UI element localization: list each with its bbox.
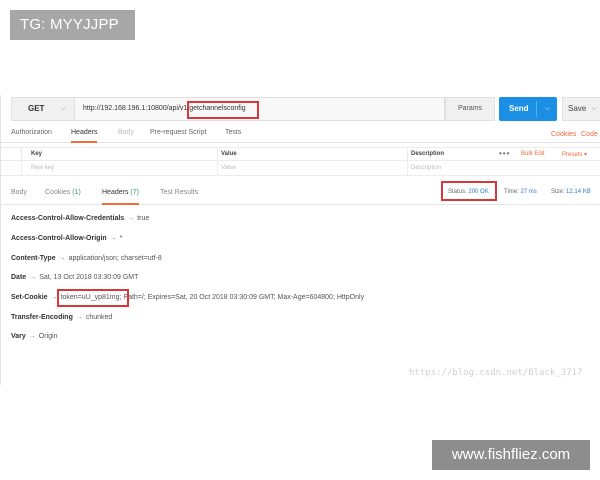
header-value: Sat, 13 Oct 2018 03:30:09 GMT <box>39 274 139 281</box>
url-highlight-box <box>187 101 259 119</box>
response-tab-body[interactable]: Body <box>11 189 27 205</box>
table-divider <box>407 147 408 176</box>
url-input[interactable]: http://192.168.196.1:10800/api/v1/getcha… <box>75 97 445 121</box>
time-value: 27 ms <box>520 189 537 195</box>
new-value-input[interactable]: Value <box>221 165 236 171</box>
send-label: Send <box>509 104 529 113</box>
postman-window: GET ⌵ http://192.168.196.1:10800/api/v1/… <box>0 95 600 385</box>
arrow-icon: → <box>75 314 83 321</box>
header-value: * <box>119 235 123 242</box>
presets-dropdown[interactable]: Presets ▾ <box>562 151 587 158</box>
status-highlight-box <box>441 181 497 201</box>
response-tab-cookies[interactable]: Cookies (1) <box>45 189 81 205</box>
response-tab-test-results[interactable]: Test Results <box>160 189 198 205</box>
save-label: Save <box>568 104 587 113</box>
chevron-down-icon: ⌵ <box>591 105 597 112</box>
header-key: Set-Cookie <box>11 294 48 301</box>
arrow-icon: → <box>28 333 36 340</box>
header-key: Date <box>11 274 27 281</box>
cookies-tab-label: Cookies <box>45 189 71 196</box>
table-divider <box>217 147 218 176</box>
arrow-icon: → <box>109 235 117 242</box>
kv-table-header: Key Value Description ••• Bulk Edit Pres… <box>1 147 600 161</box>
header-key: Access-Control-Allow-Origin <box>11 235 107 242</box>
tab-tests[interactable]: Tests <box>225 129 241 143</box>
token-highlight-box <box>57 289 129 307</box>
more-icon[interactable]: ••• <box>499 149 510 158</box>
code-link[interactable]: Code <box>581 131 598 138</box>
chevron-down-icon: ⌵ <box>60 105 66 112</box>
arrow-icon: → <box>29 274 37 281</box>
response-tab-headers[interactable]: Headers (7) <box>102 189 139 205</box>
tab-prerequest-script[interactable]: Pre-request Script <box>150 129 206 143</box>
header-row: Transfer-Encoding → chunked <box>11 314 112 321</box>
header-value: Origin <box>38 333 58 340</box>
arrow-icon: → <box>127 215 135 222</box>
header-row: Content-Type → application/json; charset=u… <box>11 255 162 262</box>
header-row: Access-Control-Allow-Origin → * <box>11 235 122 242</box>
table-divider <box>21 147 22 176</box>
request-bar: GET ⌵ http://192.168.196.1:10800/api/v1/… <box>11 97 600 121</box>
size-label: Size: <box>551 189 565 195</box>
response-tabs: Body Cookies (1) Headers (7) Test Result… <box>1 183 600 205</box>
header-row: Date → Sat, 13 Oct 2018 03:30:09 GMT <box>11 274 138 281</box>
watermark-bottom: www.fishfliez.com <box>432 440 590 470</box>
header-key: Transfer-Encoding <box>11 314 73 321</box>
save-button[interactable]: Save ⌵ <box>562 97 600 121</box>
header-value: application/json; charset=utf-8 <box>68 255 162 262</box>
request-tabs: Authorization Headers Body Pre-request S… <box>1 127 600 143</box>
headers-count: (7) <box>130 189 139 196</box>
method-label: GET <box>28 104 45 113</box>
bulk-edit-link[interactable]: Bulk Edit <box>521 151 545 157</box>
chevron-down-icon[interactable]: ⌵ <box>545 97 550 121</box>
key-column-header: Key <box>31 151 43 157</box>
time-label: Time: <box>504 189 519 195</box>
new-key-input[interactable]: New key <box>31 165 54 171</box>
new-description-input[interactable]: Description <box>411 165 441 171</box>
cookies-link[interactable]: Cookies <box>551 131 576 138</box>
size-value: 12.14 KB <box>566 189 591 195</box>
arrow-icon: → <box>58 255 66 262</box>
header-value: true <box>137 215 150 222</box>
tab-body[interactable]: Body <box>118 129 134 143</box>
header-row: Access-Control-Allow-Credentials → true <box>11 215 149 222</box>
watermark-top: TG: MYYJJPP <box>10 10 135 40</box>
send-divider <box>536 101 537 117</box>
time-readout: Time: 27 ms <box>504 189 537 195</box>
description-column-header: Description <box>411 151 445 157</box>
header-key: Access-Control-Allow-Credentials <box>11 215 125 222</box>
kv-table-row: New key Value Description <box>1 162 600 176</box>
blog-watermark: https://blog.csdn.net/Black_3717 <box>409 368 583 378</box>
tab-authorization[interactable]: Authorization <box>11 129 52 143</box>
cookies-count: (1) <box>72 189 81 196</box>
header-value: chunked <box>85 314 113 321</box>
headers-tab-label: Headers <box>102 189 129 196</box>
header-row: Vary → Origin <box>11 333 57 340</box>
header-key: Vary <box>11 333 26 340</box>
header-key: Content-Type <box>11 255 56 262</box>
value-column-header: Value <box>221 151 237 157</box>
send-button[interactable]: Send ⌵ <box>499 97 557 121</box>
method-select[interactable]: GET ⌵ <box>11 97 75 121</box>
size-readout: Size: 12.14 KB <box>551 189 591 195</box>
tab-headers[interactable]: Headers <box>71 129 98 143</box>
params-button[interactable]: Params <box>445 97 495 121</box>
